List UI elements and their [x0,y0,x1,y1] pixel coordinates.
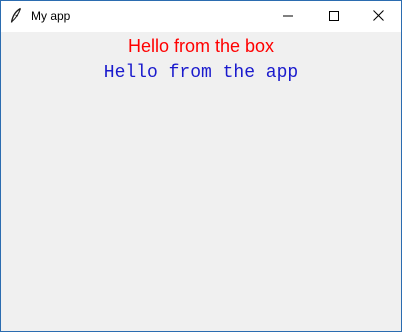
maximize-button[interactable] [311,1,357,32]
minimize-button[interactable] [265,1,311,32]
close-icon [372,8,384,26]
box-message-label: Hello from the box [127,36,275,56]
minimize-icon [283,8,293,26]
title-bar[interactable]: My app [1,1,401,32]
window-title: My app [31,9,71,23]
app-window: My app Hello from the box Hello from the… [0,0,402,332]
app-message-label: Hello from the app [103,63,299,83]
app-content: Hello from the box Hello from the app [1,32,401,331]
feather-icon [9,7,23,25]
maximize-icon [329,8,339,26]
close-button[interactable] [355,1,401,32]
